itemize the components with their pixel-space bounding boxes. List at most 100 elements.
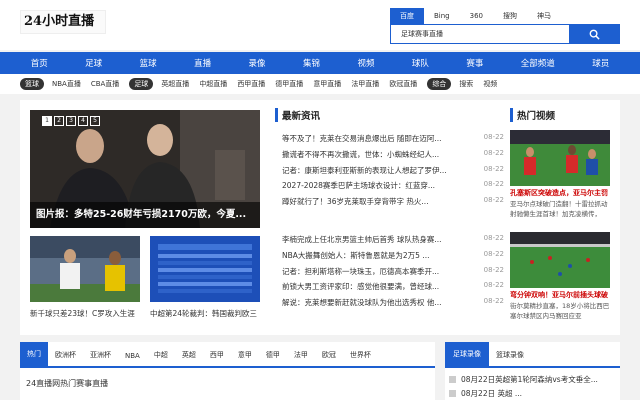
news-title[interactable]: 记者：康斯坦泰利亚斯新的表现让人想起了罗伊... <box>282 165 452 181</box>
news-title[interactable]: 李楠完成上任北京男篮主帅后首秀 球队热身赛... <box>282 234 452 250</box>
engine-tab[interactable]: 搜狗 <box>493 8 527 24</box>
news-item[interactable]: 记者：担利斯塔称一块珠玉，厄德高本赛季开... 08-22 <box>282 266 504 282</box>
video-thumb[interactable] <box>510 232 610 288</box>
event-tab[interactable]: 世界杯 <box>343 350 378 366</box>
event-tabs-panel: 热门 欧洲杯 亚洲杯 NBA 中超 英超 西甲 意甲 德甲 法甲 欧冠 世界杯 … <box>20 342 435 400</box>
news-list: 李楠完成上任北京男篮主帅后首秀 球队热身赛... 08-22 NBA大搬舞创始人：… <box>282 234 504 313</box>
news-title[interactable]: 记者：担利斯塔称一块珠玉，厄德高本赛季开... <box>282 266 452 282</box>
event-tab[interactable]: 德甲 <box>259 350 287 366</box>
main-content: 1 2 3 4 5 图片报：多特25-26财年亏损2170万欧，今夏... 新千… <box>20 100 620 335</box>
banner-caption[interactable]: 图片报：多特25-26财年亏损2170万欧，今夏... <box>30 202 260 228</box>
subnav-link[interactable]: 视频 <box>483 79 497 89</box>
news-thumb[interactable] <box>150 236 260 302</box>
nav-item[interactable]: 篮球 <box>140 57 157 69</box>
search-input[interactable] <box>391 25 571 43</box>
engine-tab[interactable]: Bing <box>424 8 460 24</box>
news-item[interactable]: 李楠完成上任北京男篮主帅后首秀 球队热身赛... 08-22 <box>282 234 504 250</box>
news-date: 08-22 <box>483 297 504 306</box>
event-tab[interactable]: NBA <box>118 352 147 366</box>
engine-tab[interactable]: 360 <box>460 8 493 24</box>
thumb-caption[interactable]: 中超第24轮裁判：韩国裁判欧三 <box>150 308 262 319</box>
carousel-dot[interactable]: 2 <box>54 116 64 126</box>
engine-tab[interactable]: 百度 <box>390 8 424 24</box>
news-item[interactable]: 2027-2028赛季巴萨主场球衣设计：红蓝穿... 08-22 <box>282 180 504 196</box>
video-thumb[interactable] <box>510 130 610 186</box>
news-title[interactable]: 等不及了！克莱在交易消息爆出后 随即在迈阿... <box>282 133 452 149</box>
event-tab[interactable]: 法甲 <box>287 350 315 366</box>
news-item[interactable]: 记者：康斯坦泰利亚斯新的表现让人想起了罗伊... 08-22 <box>282 165 504 181</box>
hot-video[interactable]: 孔塞斯区突破造点，亚马尔主罚 亚马尔点球破门造翻！十雷拉抓动射驰懒生涯首球！加克… <box>510 130 610 219</box>
engine-tab[interactable]: 神马 <box>527 8 561 24</box>
news-title[interactable]: NBA大搬舞创始人：斯特鲁恩就是为2万5 ... <box>282 250 452 266</box>
nav-item[interactable]: 球队 <box>412 57 429 69</box>
news-thumb[interactable] <box>30 236 140 302</box>
news-date: 08-22 <box>483 196 504 205</box>
event-tab[interactable]: 意甲 <box>231 350 259 366</box>
carousel-dot[interactable]: 5 <box>90 116 100 126</box>
site-logo[interactable]: 24小时直播 <box>20 10 106 34</box>
nav-item[interactable]: 赛事 <box>466 57 483 69</box>
event-tab[interactable]: 欧洲杯 <box>48 350 83 366</box>
carousel-dot[interactable]: 1 <box>42 116 52 126</box>
news-item[interactable]: 蹲好就行了！36岁克莱取手穿背带字 热火... 08-22 <box>282 196 504 212</box>
tab-basketball-replay[interactable]: 篮球录像 <box>489 350 531 366</box>
event-tab[interactable]: 亚洲杯 <box>83 350 118 366</box>
search-button[interactable] <box>569 25 619 43</box>
news-title[interactable]: 前锁大男工资评家印：感觉他很要满，曾经球... <box>282 281 452 297</box>
replay-item[interactable]: 08月22日英超第1轮阿森纳vs考文垂全... <box>449 372 620 386</box>
nav-item[interactable]: 录像 <box>249 57 266 69</box>
subnav-link[interactable]: 欧冠直播 <box>389 79 417 89</box>
news-item[interactable]: 解说：克莱想要新赶就没球队为他出选秀权 他... 08-22 <box>282 297 504 313</box>
event-tab[interactable]: 西甲 <box>203 350 231 366</box>
hot-video[interactable]: 弯分钟双响！亚马尔前插头球破 街尔莫精抄直塞，18岁小将比西巴塞尔球禁区内马赛回… <box>510 232 610 321</box>
subnav-link[interactable]: 德甲直播 <box>275 79 303 89</box>
news-date: 08-22 <box>483 281 504 290</box>
nav-item[interactable]: 直播 <box>194 57 211 69</box>
video-image <box>510 232 610 288</box>
nav-item[interactable]: 足球 <box>85 57 102 69</box>
video-title[interactable]: 孔塞斯区突破造点，亚马尔主罚 <box>510 188 610 198</box>
nav-item[interactable]: 视频 <box>357 57 374 69</box>
tab-football-replay[interactable]: 足球录像 <box>445 342 489 366</box>
nav-item[interactable]: 集锦 <box>303 57 320 69</box>
nav-item[interactable]: 全部频道 <box>521 57 555 69</box>
tab-hot[interactable]: 热门 <box>20 342 48 366</box>
subnav-link[interactable]: 意甲直播 <box>313 79 341 89</box>
replay-list: 08月22日英超第1轮阿森纳vs考文垂全... 08月22日 英超 ... <box>445 368 620 400</box>
news-title[interactable]: 撒谎者不得不再次撒谎，世体：小蜘蛛经纪人... <box>282 149 452 165</box>
news-item[interactable]: 前锁大男工资评家印：感觉他很要满，曾经球... 08-22 <box>282 281 504 297</box>
thumb-caption[interactable]: 新千球只差23球！C罗攻入生涯 <box>30 308 142 319</box>
main-nav: 首页 足球 篮球 直播 录像 集锦 视频 球队 赛事 全部频道 球员 <box>0 52 640 74</box>
subnav-link[interactable]: 英超直播 <box>161 79 189 89</box>
news-item[interactable]: 等不及了！克莱在交易消息爆出后 随即在迈阿... 08-22 <box>282 133 504 149</box>
nav-item[interactable]: 球员 <box>592 57 609 69</box>
thumb-image <box>150 236 260 302</box>
carousel-dot[interactable]: 4 <box>78 116 88 126</box>
search-icon <box>589 29 600 40</box>
subnav-link[interactable]: 搜索 <box>459 79 473 89</box>
carousel-dot[interactable]: 3 <box>66 116 76 126</box>
news-item[interactable]: 撒谎者不得不再次撒谎，世体：小蜘蛛经纪人... 08-22 <box>282 149 504 165</box>
news-title[interactable]: 蹲好就行了！36岁克莱取手穿背带字 热火... <box>282 196 452 212</box>
news-date: 08-22 <box>483 265 504 274</box>
replay-tabs: 足球录像 篮球录像 <box>445 342 620 368</box>
subnav-link[interactable]: 法甲直播 <box>351 79 379 89</box>
subnav-link[interactable]: CBA直播 <box>91 79 119 89</box>
replay-item[interactable]: 08月22日 英超 ... <box>449 386 620 400</box>
news-title[interactable]: 解说：克莱想要新赶就没球队为他出选秀权 他... <box>282 297 452 313</box>
news-title[interactable]: 2027-2028赛季巴萨主场球衣设计：红蓝穿... <box>282 180 452 196</box>
category-tag[interactable]: 综合 <box>427 78 452 90</box>
subnav-link[interactable]: 中超直播 <box>199 79 227 89</box>
event-tab[interactable]: 英超 <box>175 350 203 366</box>
news-item[interactable]: NBA大搬舞创始人：斯特鲁恩就是为2万5 ... 08-22 <box>282 250 504 266</box>
category-tag[interactable]: 篮球 <box>20 78 44 90</box>
subnav-link[interactable]: 西甲直播 <box>237 79 265 89</box>
event-tab[interactable]: 中超 <box>147 350 175 366</box>
search-box <box>390 24 620 44</box>
category-tag[interactable]: 足球 <box>129 78 154 90</box>
video-title[interactable]: 弯分钟双响！亚马尔前插头球破 <box>510 290 610 300</box>
nav-item[interactable]: 首页 <box>31 57 48 69</box>
subnav-link[interactable]: NBA直播 <box>52 79 81 89</box>
banner-carousel[interactable]: 1 2 3 4 5 图片报：多特25-26财年亏损2170万欧，今夏... <box>30 110 260 228</box>
event-tab[interactable]: 欧冠 <box>315 350 343 366</box>
